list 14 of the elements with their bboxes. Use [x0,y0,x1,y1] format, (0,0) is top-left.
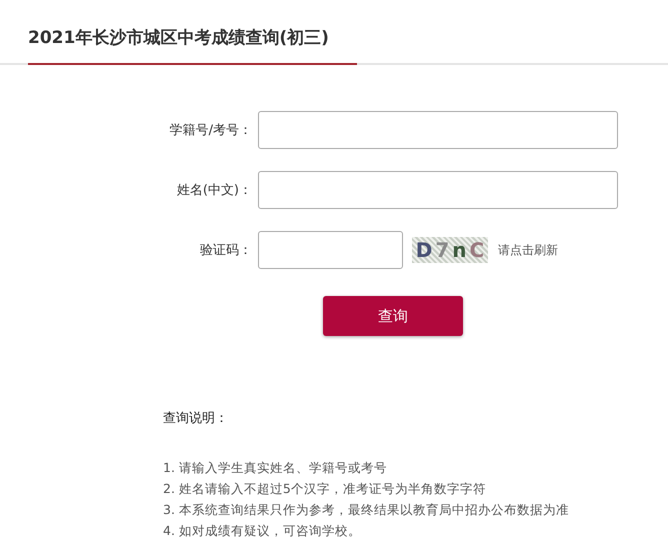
input-field[interactable] [258,111,618,149]
refresh-link[interactable]: 请点击刷新 [498,242,558,258]
submit-button[interactable]: 查询 [323,296,463,336]
page-title: 2021年长沙市城区中考成绩查询(初三) [28,26,357,65]
input-field[interactable] [258,171,618,209]
notes-heading: 查询说明： [163,410,229,427]
note-item: 3. 本系统查询结果只作为参考，最终结果以教育局中招办公布数据为准 [163,501,570,519]
note-item: 2. 姓名请输入不超过5个汉字，准考证号为半角数字字符 [163,480,487,498]
note-item: 4. 如对成绩有疑议，可咨询学校。 [163,522,362,540]
note-item: 1. 请输入学生真实姓名、学籍号或考号 [163,459,388,477]
field-label: 姓名(中文)： [176,182,252,199]
field-label: 验证码： [199,242,252,259]
input-field[interactable] [258,231,403,269]
field-label: 学籍号/考号： [168,122,252,139]
